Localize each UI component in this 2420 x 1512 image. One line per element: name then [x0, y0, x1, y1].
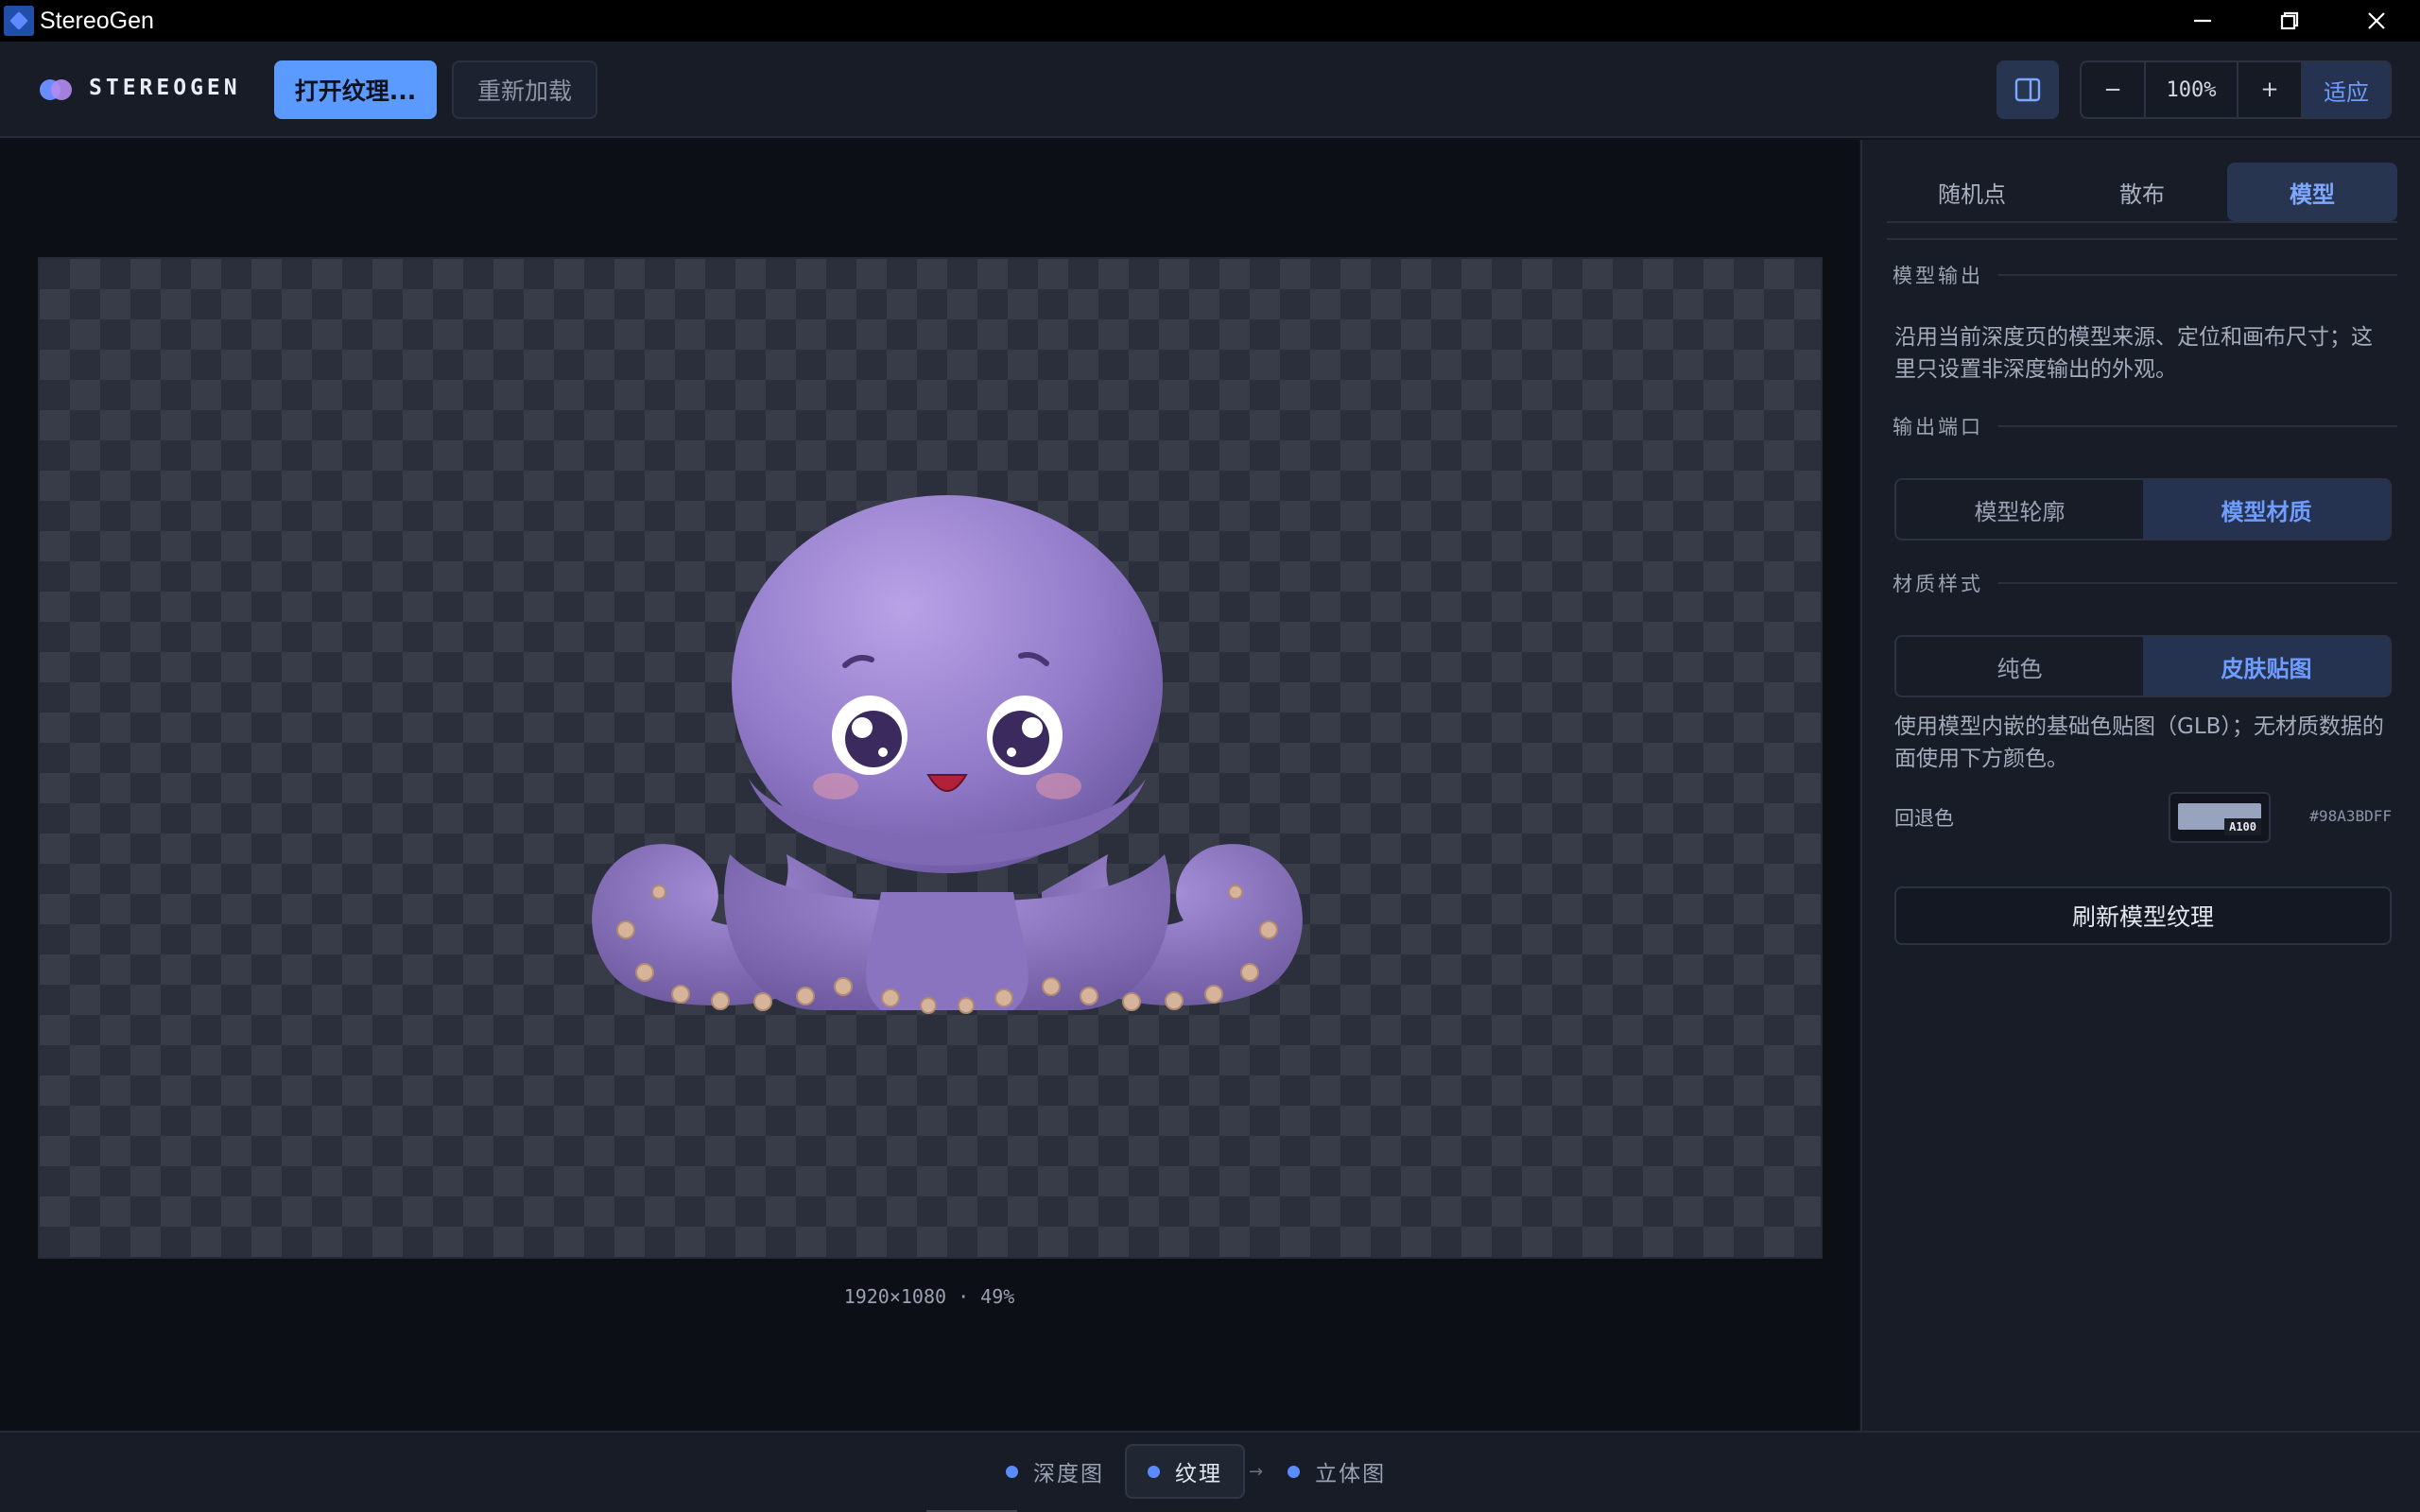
restore-button[interactable] [2246, 0, 2333, 42]
zoom-level: 100% [2146, 62, 2238, 117]
material-style-solid[interactable]: 纯色 [1896, 637, 2143, 696]
window-titlebar: StereoGen [0, 0, 2420, 42]
close-icon [2368, 12, 2385, 29]
zoom-fit-button[interactable]: 适应 [2303, 62, 2390, 117]
fallback-color-hex: #98A3BDFF [2309, 807, 2392, 825]
zoom-controls: − 100% + 适应 [2080, 60, 2392, 119]
refresh-model-texture-button[interactable]: 刷新模型纹理 [1894, 886, 2392, 945]
tabs-divider [1887, 238, 2397, 240]
zoom-in-button[interactable]: + [2238, 62, 2303, 117]
brand-name: STEREOGEN [89, 76, 241, 100]
mode-tabs: 随机点 散布 模型 [1887, 163, 2397, 223]
step-depth-map[interactable]: 深度图 [985, 1444, 1125, 1499]
step-dot-icon [1148, 1465, 1160, 1478]
fallback-color-picker[interactable]: A100 [2169, 792, 2271, 843]
app-icon [4, 6, 34, 36]
tab-scatter[interactable]: 散布 [2057, 163, 2227, 221]
workflow-bar: 深度图 纹理 → 立体图 [0, 1431, 2420, 1512]
texture-canvas[interactable] [38, 257, 1823, 1259]
material-style-selector: 纯色 皮肤贴图 [1894, 635, 2392, 697]
toolbar: STEREOGEN 打开纹理... 重新加载 − 100% + 适应 [0, 42, 2420, 138]
step-stereogram[interactable]: 立体图 [1267, 1444, 1407, 1499]
model-output-description: 沿用当前深度页的模型来源、定位和画布尺寸；这里只设置非深度输出的外观。 [1894, 325, 2373, 382]
material-style-skin-texture[interactable]: 皮肤贴图 [2143, 637, 2390, 696]
reload-button[interactable]: 重新加载 [452, 60, 597, 119]
step-label: 深度图 [1033, 1462, 1104, 1486]
section-title-model-output: 模型输出 [1893, 261, 2397, 289]
toggle-panel-button[interactable] [1996, 60, 2059, 119]
alpha-badge: A100 [2224, 818, 2261, 835]
close-button[interactable] [2333, 0, 2420, 42]
canvas-area: 1920×1080 · 49% [0, 140, 1858, 1431]
open-texture-button[interactable]: 打开纹理... [274, 60, 437, 119]
arrow-right-icon: → [1249, 1461, 1264, 1482]
zoom-out-button[interactable]: − [2082, 62, 2146, 117]
logo-icon [40, 79, 74, 100]
window-title: StereoGen [40, 7, 154, 34]
panel-right-icon [2014, 77, 2041, 102]
output-port-selector: 模型轮廓 模型材质 [1894, 478, 2392, 541]
restore-icon [2280, 11, 2299, 30]
material-description: 使用模型内嵌的基础色贴图（GLB）；无材质数据的面使用下方颜色。 [1894, 714, 2384, 771]
fallback-color-label: 回退色 [1894, 807, 1954, 830]
minimize-button[interactable] [2159, 0, 2246, 42]
minimize-icon [2194, 19, 2211, 23]
texture-preview-image [592, 495, 1303, 1014]
section-title-output-port: 输出端口 [1893, 412, 2397, 440]
output-port-material[interactable]: 模型材质 [2143, 480, 2390, 539]
window-controls [2159, 0, 2420, 42]
step-label: 立体图 [1315, 1462, 1387, 1486]
canvas-size-caption: 1920×1080 · 49% [843, 1285, 1015, 1308]
step-label: 纹理 [1175, 1462, 1222, 1486]
tab-random-dots[interactable]: 随机点 [1887, 163, 2057, 221]
output-port-silhouette[interactable]: 模型轮廓 [1896, 480, 2143, 539]
step-dot-icon [1288, 1465, 1301, 1478]
section-title-material-style: 材质样式 [1893, 569, 2397, 597]
step-texture[interactable]: 纹理 [1125, 1444, 1245, 1499]
settings-panel: 随机点 散布 模型 模型输出 沿用当前深度页的模型来源、定位和画布尺寸；这里只设… [1860, 140, 2420, 1431]
step-dot-icon [1006, 1465, 1018, 1478]
tab-model[interactable]: 模型 [2227, 163, 2397, 221]
fallback-color-row: 回退色 A100 #98A3BDFF [1894, 792, 2392, 843]
workflow-steps: 深度图 纹理 → 立体图 [985, 1444, 1407, 1499]
